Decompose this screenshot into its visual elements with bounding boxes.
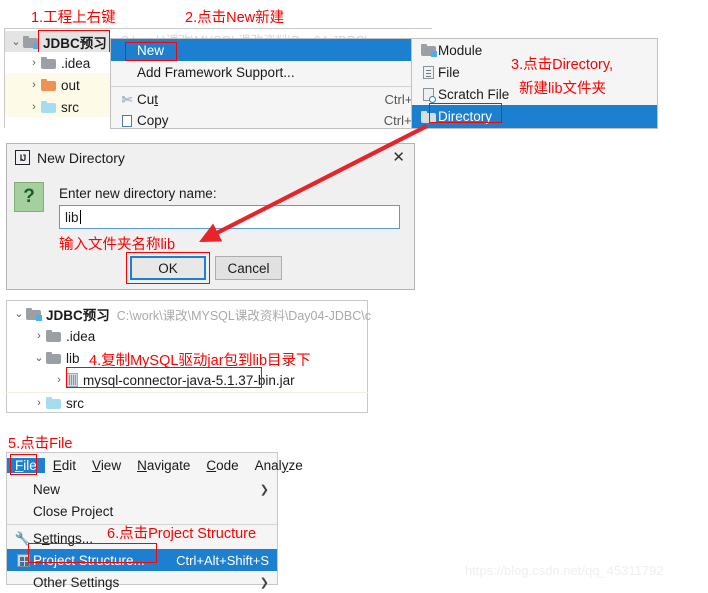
dialog-titlebar: IJ New Directory: [7, 144, 414, 171]
question-icon: ?: [14, 182, 44, 212]
redbox-new-item: [125, 42, 177, 61]
file-menu-item-other-settings-label: Other Settings: [33, 574, 120, 590]
context-menu-item-new-label: New: [137, 42, 165, 58]
annotation-step-5: 5.点击File: [8, 436, 73, 452]
copy-icon: [117, 112, 137, 127]
menu-separator: [111, 86, 429, 87]
directory-name-input[interactable]: lib: [59, 205, 400, 229]
tree-label-lib: lib: [66, 350, 80, 366]
redbox-ok-button: [126, 252, 210, 284]
menubar-item-edit[interactable]: Edit: [45, 458, 84, 473]
tree-row-root-bottom[interactable]: ⌄ JDBC预习 C:\work\课改\MYSQL课改资料\Day04-JDBC…: [12, 303, 371, 325]
folder-icon: [41, 57, 56, 69]
tree-row-src-top[interactable]: › src: [27, 96, 79, 118]
folder-icon: [46, 352, 61, 364]
tree-project-path: C:\work\课改\MYSQL课改资料\Day04-JDBC\c: [116, 308, 371, 323]
directory-name-input-value: lib: [65, 209, 79, 225]
context-menu-item-cut-label: Cut: [137, 92, 159, 107]
chevron-right-icon[interactable]: ›: [32, 397, 46, 409]
chevron-right-icon[interactable]: ›: [27, 79, 41, 91]
tree-label-idea-bottom: .idea: [66, 328, 96, 344]
tree-label-out: out: [61, 77, 80, 93]
scissors-icon: ✄: [121, 92, 133, 107]
redbox-jar-file: [66, 367, 262, 388]
folder-icon: [46, 397, 61, 409]
scratch-file-icon: [418, 87, 438, 103]
watermark: https://blog.csdn.net/qq_45311792: [465, 563, 664, 578]
tree-row-idea-bottom[interactable]: › .idea: [32, 325, 95, 347]
dialog-title-text: New Directory: [37, 149, 125, 166]
redbox-file-menubar-item: [10, 454, 37, 475]
file-menu-item-new-label: New: [33, 481, 61, 497]
chevron-right-icon[interactable]: ›: [27, 57, 41, 69]
close-icon[interactable]: ✕: [392, 150, 405, 165]
chevron-right-icon[interactable]: ›: [52, 374, 66, 386]
chevron-down-icon[interactable]: ⌄: [9, 36, 23, 48]
chevron-right-icon[interactable]: ›: [27, 101, 41, 113]
tree-label-src-bottom: src: [66, 395, 84, 411]
context-menu-item-copy[interactable]: Copy Ctrl+C: [111, 110, 429, 131]
context-menu-item-add-framework-support[interactable]: Add Framework Support...: [111, 61, 429, 84]
tree-row-out-top[interactable]: › out: [27, 74, 80, 96]
menubar-item-code[interactable]: Code: [198, 458, 246, 473]
chevron-down-icon[interactable]: ⌄: [32, 352, 46, 364]
annotation-step-1: 1.工程上右键: [31, 10, 116, 26]
dialog-prompt-label: Enter new directory name:: [59, 186, 217, 201]
intellij-logo-icon: IJ: [15, 150, 30, 165]
module-folder-icon: [26, 308, 42, 321]
menubar-item-analyze[interactable]: Analyze: [247, 458, 311, 473]
chevron-down-icon[interactable]: ⌄: [12, 308, 26, 320]
tree-label-src: src: [61, 99, 79, 115]
cancel-button[interactable]: Cancel: [215, 256, 282, 280]
annotation-step-3-line1: 3.点击Directory,: [511, 57, 614, 73]
folder-icon: [41, 79, 56, 91]
chevron-right-icon: ❯: [259, 576, 269, 589]
annotation-step-2: 2.点击New新建: [185, 10, 285, 26]
file-menu-item-close-project[interactable]: Close Project: [7, 500, 277, 522]
tree-label-idea: .idea: [61, 55, 91, 71]
annotation-step-6: 6.点击Project Structure: [107, 526, 257, 542]
module-folder-icon: [23, 36, 39, 49]
file-menu-item-project-structure-accel: Ctrl+Alt+Shift+S: [176, 552, 269, 568]
redbox-project-structure-item: [28, 543, 157, 563]
annotation-step-3-line2: 新建lib文件夹: [519, 81, 607, 97]
chevron-right-icon[interactable]: ›: [32, 330, 46, 342]
tree-row-idea-top[interactable]: › .idea: [27, 52, 90, 74]
module-folder-icon: [418, 44, 438, 57]
file-menu-item-close-project-label: Close Project: [33, 503, 114, 519]
folder-icon: [41, 101, 56, 113]
context-menu-item-add-framework-support-label: Add Framework Support...: [137, 65, 295, 80]
redbox-project-name: [38, 30, 110, 53]
text-caret: [79, 210, 81, 224]
tree-label-project-name-bottom: JDBC预习: [46, 308, 110, 323]
file-menu-item-other-settings[interactable]: Other Settings ❯: [7, 571, 277, 593]
chevron-right-icon: ❯: [259, 483, 269, 496]
annotation-input-label: 输入文件夹名称lib: [59, 237, 176, 253]
context-menu-item-cut[interactable]: ✄ Cut Ctrl+X: [111, 89, 429, 110]
menubar-item-view[interactable]: View: [84, 458, 129, 473]
menubar: File Edit View Navigate Code Analyze: [7, 453, 303, 477]
menubar-item-navigate[interactable]: Navigate: [129, 458, 198, 473]
tree-row-lib[interactable]: ⌄ lib: [32, 347, 80, 369]
file-icon: [418, 65, 438, 79]
redbox-directory-item: [429, 103, 502, 123]
file-menu-item-new[interactable]: New ❯: [7, 478, 277, 500]
folder-icon: [46, 330, 61, 342]
context-menu-item-copy-label: Copy: [137, 113, 169, 128]
tree-row-src-bottom[interactable]: › src: [32, 392, 84, 414]
